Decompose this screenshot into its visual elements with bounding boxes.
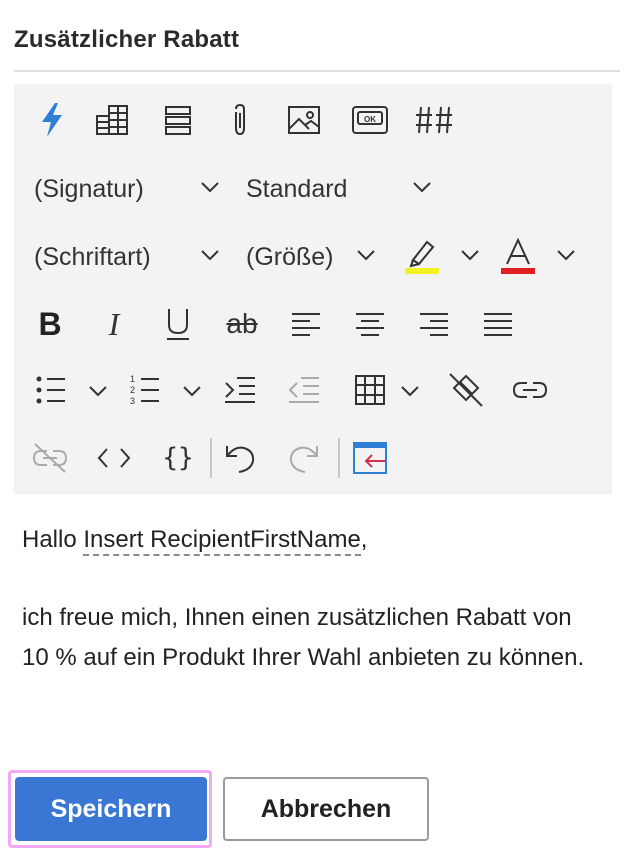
- clear-format-icon[interactable]: [446, 370, 486, 410]
- align-right-icon[interactable]: [416, 306, 452, 342]
- greeting-comma: ,: [360, 526, 368, 553]
- font-select-value: (Schriftart): [34, 243, 151, 271]
- signature-select-value: (Signatur): [34, 175, 144, 203]
- align-left-icon[interactable]: [288, 306, 324, 342]
- toolbar-separator: [338, 438, 340, 478]
- bulleted-list-icon[interactable]: [34, 372, 68, 408]
- lightning-icon[interactable]: [34, 102, 70, 138]
- size-select-value: (Größe): [246, 243, 334, 271]
- chevron-down-icon[interactable]: [460, 248, 480, 262]
- hash-icon[interactable]: [414, 102, 454, 138]
- braces-icon[interactable]: {}: [160, 440, 196, 476]
- numbered-list-icon[interactable]: 123: [128, 372, 162, 408]
- recipient-placeholder[interactable]: Insert RecipientFirstName: [83, 526, 361, 556]
- svg-text:3: 3: [130, 396, 135, 406]
- dialog-title: Zusätzlicher Rabatt: [14, 26, 240, 53]
- svg-text:1: 1: [130, 374, 135, 384]
- link-icon[interactable]: [510, 372, 550, 408]
- chevron-down-icon[interactable]: [182, 384, 202, 398]
- redo-icon[interactable]: [286, 440, 322, 476]
- button-icon[interactable]: OK: [350, 102, 390, 138]
- underline-icon[interactable]: [160, 304, 196, 344]
- chevron-down-icon[interactable]: [400, 384, 420, 398]
- justify-icon[interactable]: [480, 306, 516, 342]
- chevron-down-icon: [201, 182, 219, 193]
- svg-text:2: 2: [130, 385, 135, 395]
- image-icon[interactable]: [286, 102, 322, 138]
- table-icon[interactable]: [352, 372, 388, 408]
- attachment-icon[interactable]: [222, 102, 258, 138]
- highlight-color-icon[interactable]: [402, 236, 442, 276]
- indent-icon[interactable]: [222, 372, 258, 408]
- italic-icon[interactable]: I: [96, 304, 132, 344]
- chevron-down-icon: [413, 182, 431, 193]
- svg-text:OK: OK: [364, 115, 376, 124]
- font-color-icon[interactable]: [498, 236, 538, 276]
- undo-icon[interactable]: [222, 440, 258, 476]
- message-body: ich freue mich, Ihnen einen zusätzlichen…: [22, 604, 585, 671]
- title-divider: [14, 70, 620, 72]
- editor-toolbar: OK (Signatur) Standard (Schriftart) (Grö…: [14, 84, 612, 494]
- strikethrough-icon[interactable]: ab: [220, 304, 264, 344]
- cancel-button[interactable]: Abbrechen: [223, 777, 429, 841]
- insert-field-icon[interactable]: [94, 102, 130, 138]
- bold-icon[interactable]: B: [32, 304, 68, 344]
- save-button[interactable]: Speichern: [15, 777, 207, 841]
- outdent-icon[interactable]: [286, 372, 322, 408]
- align-center-icon[interactable]: [352, 306, 388, 342]
- chevron-down-icon[interactable]: [88, 384, 108, 398]
- chevron-down-icon[interactable]: [556, 248, 576, 262]
- unlink-icon[interactable]: [30, 440, 70, 476]
- greeting-text: Hallo: [22, 526, 77, 553]
- message-editor[interactable]: Hallo Insert RecipientFirstName, ich fre…: [22, 520, 612, 671]
- style-select-value: Standard: [246, 175, 348, 203]
- insert-template-icon[interactable]: [350, 440, 390, 476]
- chevron-down-icon: [201, 250, 219, 261]
- toolbar-separator: [210, 438, 212, 478]
- rows-icon[interactable]: [160, 102, 196, 138]
- code-icon[interactable]: [96, 440, 132, 476]
- chevron-down-icon: [357, 250, 375, 261]
- greeting-line: Hallo Insert RecipientFirstName,: [22, 520, 612, 560]
